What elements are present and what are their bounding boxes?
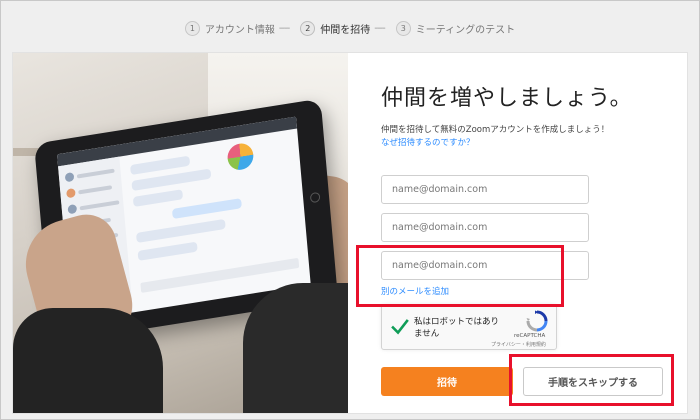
skip-step-button[interactable]: 手順をスキップする <box>523 367 663 396</box>
recaptcha-widget[interactable]: 私はロボットではありません reCAPTCHA プライバシー・利用規約 <box>381 304 557 350</box>
screen-message <box>137 241 198 261</box>
recaptcha-brand: reCAPTCHA <box>514 333 546 339</box>
recaptcha-label: 私はロボットではありません <box>414 317 500 339</box>
right-sleeve <box>243 283 348 413</box>
invite-card: 仲間を増やしましょう。 仲間を招待して無料のZoomアカウントを作成しましょう！… <box>12 52 688 414</box>
screen-message <box>135 218 226 243</box>
left-sleeve <box>13 308 163 413</box>
invite-form: 仲間を増やしましょう。 仲間を招待して無料のZoomアカウントを作成しましょう！… <box>381 53 681 413</box>
step-separator: ---- <box>278 22 290 34</box>
tablet-hero-image <box>13 53 348 413</box>
step-account-info: 1 アカウント情報 ---- <box>184 20 296 36</box>
screen-pie-graphic <box>226 141 255 172</box>
recaptcha-terms[interactable]: プライバシー・利用規約 <box>491 341 546 348</box>
screen-message <box>132 189 184 208</box>
tablet-home-button <box>309 191 321 204</box>
checkmark-icon[interactable] <box>391 318 409 336</box>
step-label: 仲間を招待 <box>320 24 371 36</box>
email-field-2[interactable] <box>381 213 589 242</box>
page-title: 仲間を増やしましょう。 <box>381 86 633 111</box>
step-label: ミーティングのテスト <box>415 24 516 36</box>
step-invite-colleagues: 2 仲間を招待 ---- <box>300 20 391 36</box>
screen-toolbar <box>140 257 300 293</box>
recaptcha-logo-icon <box>526 310 548 332</box>
signup-stepper: 1 アカウント情報 ---- 2 仲間を招待 ---- 3 ミーティングのテスト <box>0 15 700 41</box>
step-number: 2 <box>300 20 316 36</box>
invite-button[interactable]: 招待 <box>381 367 513 396</box>
step-label: アカウント情報 <box>204 24 275 36</box>
invite-description: 仲間を招待して無料のZoomアカウントを作成しましょう！ <box>381 125 610 135</box>
step-number: 3 <box>395 20 411 36</box>
email-field-1[interactable] <box>381 175 589 204</box>
screen-message <box>171 198 242 220</box>
step-number: 1 <box>184 20 200 36</box>
add-email-link[interactable]: 別のメールを追加 <box>381 285 449 297</box>
email-field-3[interactable] <box>381 251 589 280</box>
why-invite-link[interactable]: なぜ招待するのですか？ <box>381 136 475 148</box>
step-test-meeting: 3 ミーティングのテスト <box>395 20 516 36</box>
step-separator: ---- <box>374 22 385 34</box>
